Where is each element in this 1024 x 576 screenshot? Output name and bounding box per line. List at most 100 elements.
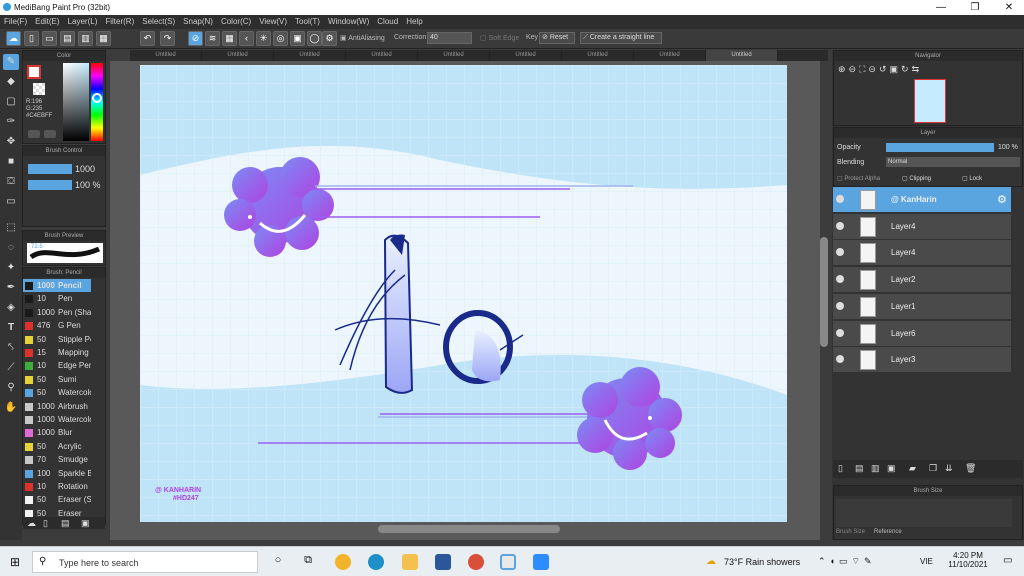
select-eraser-tool-icon[interactable]: ◈ xyxy=(3,300,19,316)
brush-list-item[interactable]: 50 Watercolor xyxy=(23,386,91,399)
brush-list-item[interactable]: 50 Acrylic xyxy=(23,440,91,453)
blur-tool-icon[interactable]: ✑ xyxy=(3,114,19,130)
new-folder-icon[interactable]: ▰ xyxy=(909,463,916,474)
lasso-tool-icon[interactable]: ◌ xyxy=(3,240,19,256)
eyedropper-tool-icon[interactable]: ⚲ xyxy=(3,380,19,396)
notifications-icon[interactable]: ▭ xyxy=(1003,555,1012,566)
undo-icon[interactable]: ↶ xyxy=(140,31,155,46)
snap-curve-icon[interactable]: ◯ xyxy=(307,31,322,46)
menu-select[interactable]: Select(S) xyxy=(138,15,179,29)
layer-opacity-slider[interactable] xyxy=(886,143,994,152)
snap-settings-icon[interactable]: ⚙ xyxy=(322,31,337,46)
menu-edit[interactable]: Edit(E) xyxy=(31,15,63,29)
color-picker-button[interactable] xyxy=(44,130,56,138)
correction-select[interactable]: 40 xyxy=(427,32,472,44)
snap-ellipse-icon[interactable]: ▣ xyxy=(290,31,305,46)
layer-row[interactable]: Layer3 xyxy=(833,347,1011,374)
snap-radial-icon[interactable]: ✳ xyxy=(256,31,271,46)
cortana-icon[interactable]: ○ xyxy=(270,554,286,570)
brush-list-item[interactable]: 15 Mapping xyxy=(23,346,91,359)
layer-row[interactable]: @ KanHarin ⚙ xyxy=(833,187,1011,213)
medibang-taskbar-icon[interactable] xyxy=(500,554,516,570)
duplicate-layer-icon[interactable]: ❐ xyxy=(929,463,937,474)
layer-visibility-icon[interactable] xyxy=(836,355,844,364)
fit-icon[interactable]: ⛶ xyxy=(859,64,868,74)
menu-filter[interactable]: Filter(R) xyxy=(101,15,138,29)
layer-row[interactable]: Layer1 xyxy=(833,293,1011,320)
brush-size-slider[interactable] xyxy=(28,164,72,174)
primary-color-swatch[interactable] xyxy=(27,65,41,79)
drawing-canvas[interactable]: @ KANHARIN #HD247 xyxy=(140,65,787,522)
color-mode-button[interactable] xyxy=(28,130,40,138)
merge-layer-icon[interactable]: ⇊ xyxy=(945,463,953,474)
chrome-icon[interactable] xyxy=(335,554,351,570)
lock-checkbox[interactable]: ▢ Lock xyxy=(962,175,982,182)
layer-visibility-icon[interactable] xyxy=(836,328,844,337)
brush-size-presets[interactable] xyxy=(836,499,1012,527)
eraser-tool-icon[interactable]: ◆ xyxy=(3,74,19,90)
new-file-icon[interactable]: ▯ xyxy=(24,31,39,46)
layer-row[interactable]: Layer6 xyxy=(833,320,1011,347)
rotate-right-icon[interactable]: ↻ xyxy=(901,64,912,74)
maximize-button[interactable]: ❐ xyxy=(960,0,990,15)
zoom-out-icon[interactable]: ⊖ xyxy=(849,64,860,74)
layer-visibility-icon[interactable] xyxy=(836,301,844,310)
select-tool-icon[interactable]: ⬚ xyxy=(3,220,19,236)
move-tool-icon[interactable]: ✥ xyxy=(3,134,19,150)
menu-snap[interactable]: Snap(N) xyxy=(179,15,217,29)
blending-select[interactable]: Normal xyxy=(886,157,1020,167)
brush-list-item[interactable]: 10 Pen xyxy=(23,292,91,305)
grid-icon[interactable]: ▦ xyxy=(96,31,111,46)
layer-options-icon[interactable]: ▣ xyxy=(887,463,896,474)
taskbar-search-box[interactable]: ⚲ Type here to search xyxy=(32,551,258,573)
chrome-profile-icon[interactable] xyxy=(468,554,484,570)
operation-tool-icon[interactable]: ⤣ xyxy=(3,340,19,356)
brush-list-item[interactable]: 1000 Pencil xyxy=(23,279,91,292)
tab-untitled-8[interactable]: Untitled xyxy=(634,50,706,61)
antialiasing-checkbox[interactable]: ▣ AntiAliasing xyxy=(340,34,385,42)
delete-layer-icon[interactable]: 🗑 xyxy=(965,463,976,474)
protect-alpha-checkbox[interactable]: ▢ Protect Alpha xyxy=(837,175,880,182)
layer-row[interactable]: Layer2 xyxy=(833,267,1011,294)
brush-list-item[interactable]: 1000Pen (Sharp) xyxy=(23,306,91,319)
snap-off-icon[interactable]: ⊘ xyxy=(188,31,203,46)
magic-wand-tool-icon[interactable]: ✦ xyxy=(3,260,19,276)
color-sv-square[interactable] xyxy=(63,63,89,141)
tab-untitled-5[interactable]: Untitled xyxy=(418,50,490,61)
brush-list-item[interactable]: 50 Eraser (Soft) xyxy=(23,493,91,506)
cloud-icon[interactable]: ☁ xyxy=(6,31,21,46)
brush-opacity-slider[interactable] xyxy=(28,180,72,190)
select-pen-tool-icon[interactable]: ✒ xyxy=(3,280,19,296)
system-tray-icons[interactable]: ⌃◖▭⌔✎ xyxy=(818,556,875,567)
weather-icon[interactable]: ☁ xyxy=(706,556,716,567)
brush-list-item[interactable]: 50 Sumi xyxy=(23,373,91,386)
layer-settings-gear-icon[interactable]: ⚙ xyxy=(997,193,1007,206)
layer-visibility-icon[interactable] xyxy=(836,195,844,203)
tab-untitled-7[interactable]: Untitled xyxy=(562,50,634,61)
menu-help[interactable]: Help xyxy=(402,15,426,29)
export-icon[interactable]: ▥ xyxy=(78,31,93,46)
tab-untitled-active[interactable]: Untitled xyxy=(706,50,778,61)
secondary-color-swatch[interactable] xyxy=(33,83,45,95)
layer-visibility-icon[interactable] xyxy=(836,275,844,284)
brush-list-item[interactable]: 70 Smudge xyxy=(23,453,91,466)
tab-untitled-4[interactable]: Untitled xyxy=(346,50,418,61)
layer-visibility-icon[interactable] xyxy=(836,221,844,230)
zoom-app-icon[interactable] xyxy=(533,554,549,570)
task-view-icon[interactable]: ⧉ xyxy=(300,554,316,570)
redo-icon[interactable]: ↷ xyxy=(160,31,175,46)
zoom-in-icon[interactable]: ⊕ xyxy=(838,64,849,74)
new-halftone-layer-icon[interactable]: ▤ xyxy=(855,463,864,474)
snap-grid-icon[interactable]: ▦ xyxy=(222,31,237,46)
edge-icon[interactable] xyxy=(368,554,384,570)
language-indicator[interactable]: VIE xyxy=(920,557,933,566)
brush-list-item[interactable]: 50 Stipple Pen xyxy=(23,333,91,346)
brush-menu-icon[interactable]: ▤ xyxy=(61,518,70,529)
reset-button[interactable]: ⊘ Reset xyxy=(539,32,575,44)
soft-edge-checkbox[interactable]: ▢ Soft Edge xyxy=(480,34,519,42)
hue-selector-handle[interactable] xyxy=(92,93,102,103)
rotate-reset-icon[interactable]: ▣ xyxy=(890,64,902,74)
snap-parallel-icon[interactable]: ≋ xyxy=(205,31,220,46)
brush-settings-icon[interactable]: ▣ xyxy=(81,518,90,529)
tab-untitled-3[interactable]: Untitled xyxy=(274,50,346,61)
